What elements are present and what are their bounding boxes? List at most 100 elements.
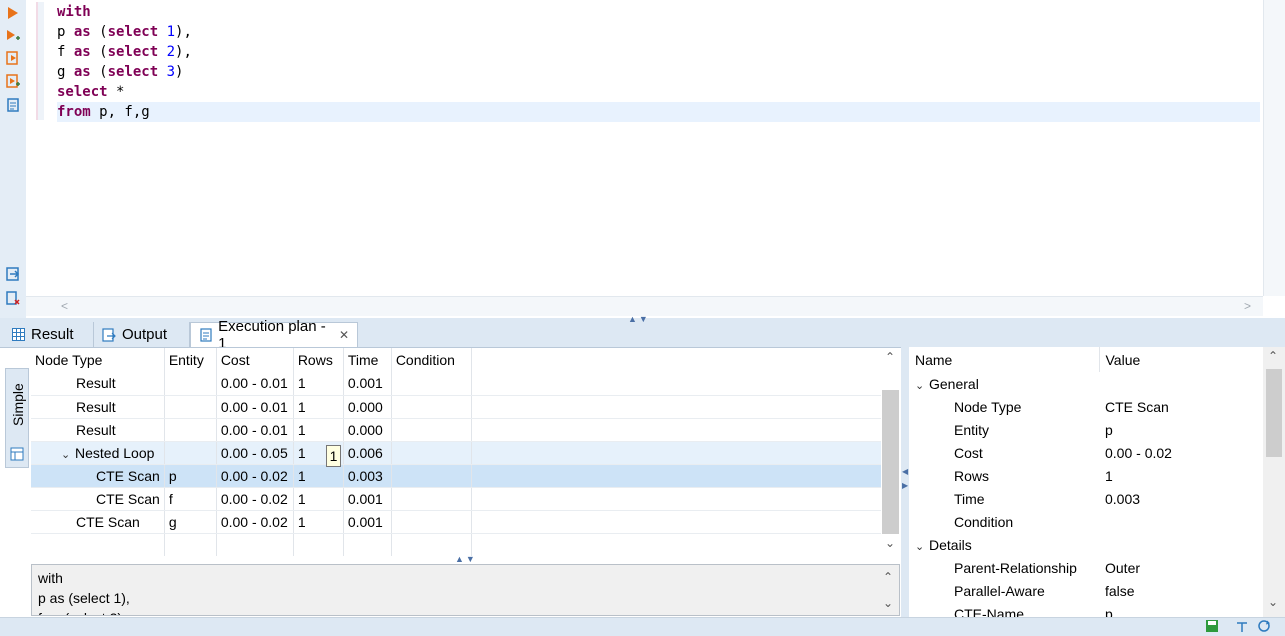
tab-result[interactable]: Result	[4, 322, 94, 347]
node-type-label: Result	[76, 375, 116, 392]
plan-cell-time: 0.003	[343, 464, 392, 488]
query-scrollbar[interactable]: ⌃ ⌄	[879, 565, 899, 615]
side-tab-simple[interactable]: Simple	[5, 368, 29, 468]
properties-sash[interactable]: ◀ ▶	[901, 347, 909, 617]
property-row[interactable]: Entity p	[909, 418, 1263, 441]
execute-script-new-tab-icon[interactable]	[5, 73, 21, 89]
property-row[interactable]: Parallel-Aware false	[909, 579, 1263, 602]
plan-vertical-scrollbar[interactable]: ⌃ ⌄	[881, 348, 900, 556]
plan-row[interactable]: Result 0.00 - 0.01 1 0.001	[31, 372, 884, 396]
code-line[interactable]: select *	[57, 82, 1260, 102]
plan-cell-rows: 1	[293, 372, 344, 396]
scroll-up-icon[interactable]: ⌃	[885, 350, 895, 364]
scroll-right-icon[interactable]: >	[1244, 299, 1251, 313]
property-group[interactable]: ⌄ General	[909, 372, 1263, 395]
execute-new-tab-icon[interactable]	[5, 28, 21, 44]
plan-cell-cost: 0.00 - 0.02	[216, 487, 294, 511]
keyword-token: select	[107, 44, 159, 60]
property-row[interactable]: Cost 0.00 - 0.02	[909, 441, 1263, 464]
plan-cell-entity	[164, 372, 217, 396]
side-tab-label: Simple	[10, 383, 26, 427]
property-name: Rows	[954, 467, 990, 484]
code-line[interactable]: from p, f,g	[57, 102, 1260, 122]
scroll-down-icon[interactable]: ⌄	[885, 536, 895, 550]
code-line[interactable]: g as (select 3)	[57, 62, 1260, 82]
property-row[interactable]: CTE-Name p	[909, 602, 1263, 618]
property-row[interactable]: Time 0.003	[909, 487, 1263, 510]
plan-cell-condition	[391, 418, 472, 442]
keyword-token: as	[73, 64, 91, 80]
filler-cell	[471, 441, 884, 465]
column-header[interactable]: Name	[909, 347, 1100, 372]
scroll-up-icon[interactable]: ⌃	[883, 567, 893, 587]
save-icon[interactable]	[1205, 619, 1219, 633]
plan-row[interactable]: CTE Scan f 0.00 - 0.02 1 0.001	[31, 487, 884, 511]
close-icon[interactable]: ✕	[339, 328, 349, 342]
plan-cell-rows: 1	[293, 464, 344, 488]
property-name: Parallel-Aware	[954, 582, 1045, 599]
tab-output[interactable]: Output	[94, 322, 190, 347]
export-icon[interactable]	[5, 266, 21, 282]
collapse-chevron-icon[interactable]: ⌄	[915, 540, 929, 553]
empty-cell	[216, 533, 294, 556]
property-value: 1	[1105, 467, 1113, 484]
plan-cell-condition	[391, 464, 472, 488]
column-header[interactable]: Value	[1099, 347, 1263, 372]
tab-label: Output	[122, 326, 168, 343]
text-format-icon[interactable]	[1235, 619, 1249, 633]
collapse-chevron-icon[interactable]: ⌄	[915, 379, 929, 392]
column-header[interactable]: Condition	[391, 348, 472, 372]
tab-execution-plan[interactable]: Execution plan - 1 ✕	[190, 318, 358, 352]
execute-icon[interactable]	[5, 5, 21, 21]
query-text-box[interactable]: with p as (select 1), f as (select 2), ⌃…	[31, 564, 900, 616]
refresh-icon[interactable]	[1257, 619, 1271, 633]
plan-cell-node-type: CTE Scan	[31, 464, 165, 488]
property-row[interactable]: Condition	[909, 510, 1263, 533]
code-line[interactable]: p as (select 1),	[57, 22, 1260, 42]
scroll-up-icon[interactable]: ⌃	[1268, 349, 1278, 363]
plan-row[interactable]: CTE Scan p 0.00 - 0.02 1 0.003	[31, 464, 884, 488]
editor-horizontal-scrollbar[interactable]: < >	[26, 296, 1263, 316]
execute-script-icon[interactable]	[5, 50, 21, 66]
property-group[interactable]: ⌄ Details	[909, 533, 1263, 556]
property-row[interactable]: Node Type CTE Scan	[909, 395, 1263, 418]
scroll-down-icon[interactable]: ⌄	[1268, 595, 1278, 609]
scrollbar-thumb[interactable]	[1266, 369, 1282, 457]
column-header[interactable]: Time	[343, 348, 392, 372]
code-line[interactable]: with	[57, 2, 1260, 22]
scrollbar-thumb[interactable]	[882, 390, 899, 534]
column-header[interactable]: Node Type	[31, 348, 165, 372]
code-area[interactable]: with p as (select 1), f as (select 2), g as…	[57, 2, 1260, 122]
scroll-down-icon[interactable]: ⌄	[883, 593, 893, 613]
close-results-icon[interactable]	[5, 290, 21, 306]
column-header[interactable]: Rows	[293, 348, 344, 372]
plan-cell-cost: 0.00 - 0.01	[216, 395, 294, 419]
property-row[interactable]: Parent-Relationship Outer	[909, 556, 1263, 579]
keyword-token: as	[73, 24, 91, 40]
column-header[interactable]: Cost	[216, 348, 294, 372]
plan-cell-time: 0.001	[343, 372, 392, 396]
number-token: 1	[166, 24, 176, 40]
explain-plan-icon[interactable]	[5, 97, 21, 113]
editor-vertical-scrollbar[interactable]	[1263, 0, 1285, 296]
sash-right-icon[interactable]: ▶	[902, 481, 908, 490]
code-token: p	[57, 24, 74, 40]
property-value: 0.003	[1105, 490, 1141, 507]
properties-vertical-scrollbar[interactable]: ⌃ ⌄	[1263, 347, 1285, 617]
plan-row[interactable]: Result 0.00 - 0.01 1 0.000	[31, 418, 884, 442]
scroll-left-icon[interactable]: <	[61, 299, 68, 313]
plan-row[interactable]: Result 0.00 - 0.01 1 0.000	[31, 395, 884, 419]
column-header[interactable]: Entity	[164, 348, 217, 372]
property-row[interactable]: Rows 1	[909, 464, 1263, 487]
plan-row[interactable]: CTE Scan g 0.00 - 0.02 1 0.001	[31, 510, 884, 534]
sash-left-icon[interactable]: ◀	[902, 467, 908, 476]
property-name: Cost	[954, 444, 983, 461]
plan-sash-icon[interactable]: ▲▼	[455, 554, 477, 564]
plan-cell-time: 0.006	[343, 441, 392, 465]
code-line[interactable]: f as (select 2),	[57, 42, 1260, 62]
expand-chevron-icon[interactable]: ⌄	[61, 448, 75, 461]
plan-row[interactable]: ⌄ Nested Loop 0.00 - 0.05 1 0.006	[31, 441, 884, 465]
sql-editor[interactable]: with p as (select 1), f as (select 2), g as…	[26, 0, 1285, 318]
